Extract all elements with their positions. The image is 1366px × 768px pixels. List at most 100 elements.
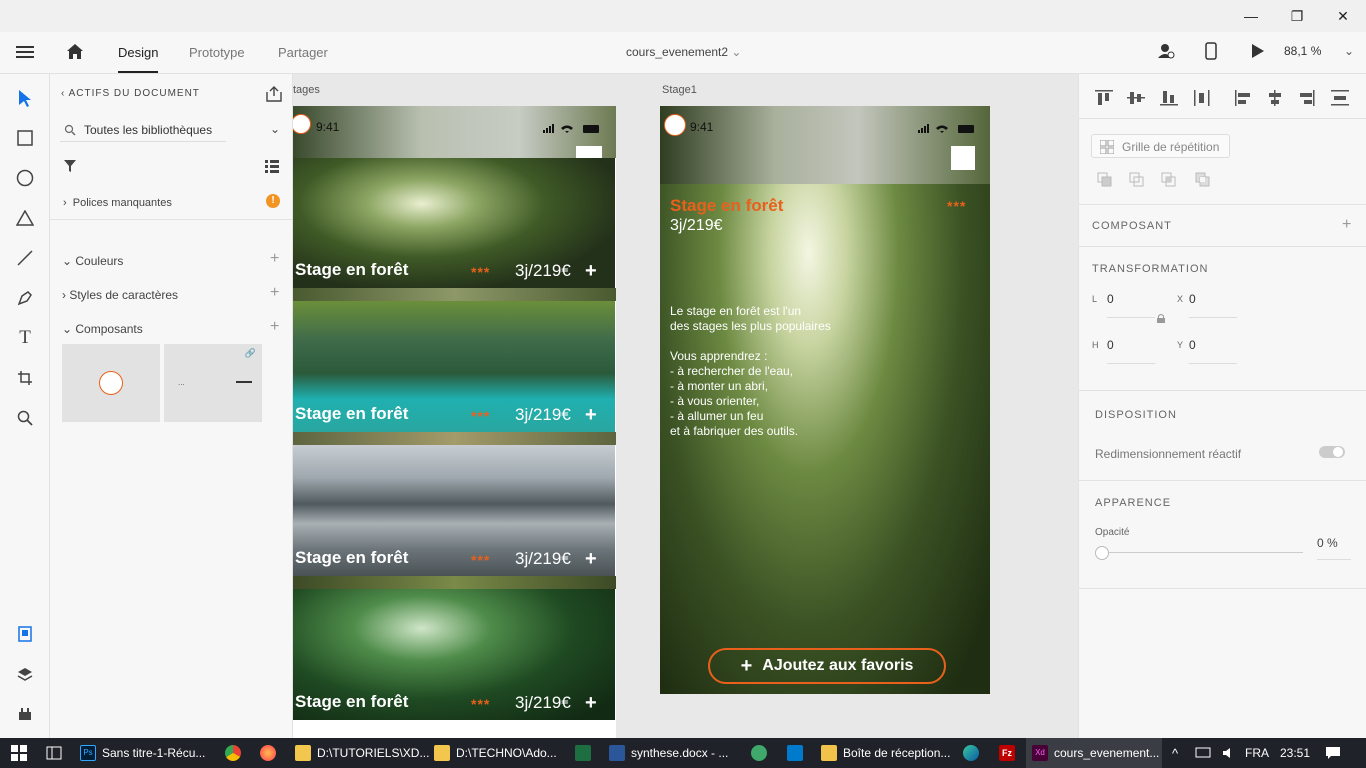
export-icon[interactable] [266, 86, 282, 107]
tab-design[interactable]: Design [118, 45, 159, 73]
filter-icon[interactable] [64, 159, 76, 178]
align-middle-icon[interactable] [1127, 90, 1145, 111]
add-card-button[interactable]: + [585, 692, 597, 715]
char-styles-section[interactable]: › Styles de caractères [62, 288, 178, 302]
add-card-button[interactable]: + [585, 548, 597, 571]
assets-panel-icon[interactable] [13, 622, 37, 646]
rectangle-tool-icon[interactable] [13, 126, 37, 150]
taskbar-edge[interactable] [963, 738, 985, 768]
boolean-exclude-icon[interactable] [1195, 172, 1211, 193]
components-section[interactable]: ⌄ Composants [62, 322, 143, 336]
taskbar-app[interactable] [751, 738, 773, 768]
menu-square-icon[interactable] [951, 146, 975, 170]
document-title[interactable]: cours_evenement2 ⌄ [626, 45, 741, 59]
select-tool-icon[interactable] [13, 86, 37, 110]
width-input[interactable]: 0 [1107, 292, 1155, 318]
menu-square-icon[interactable] [576, 146, 602, 158]
close-button[interactable]: ✕ [1320, 0, 1366, 32]
tray-language[interactable]: FRA [1245, 738, 1269, 768]
add-card-button[interactable]: + [585, 260, 597, 283]
card-2[interactable]: Stage en forêt *** 3j/219€ + [293, 301, 615, 432]
align-right-icon[interactable] [1299, 90, 1315, 111]
artboard-label-left[interactable]: tages [293, 84, 320, 96]
taskbar-photoshop[interactable]: Ps Sans titre-1-Récu... [80, 738, 205, 768]
task-view-icon[interactable] [46, 738, 62, 768]
add-component-icon[interactable]: + [270, 318, 279, 336]
device-preview-icon[interactable] [1205, 42, 1217, 65]
card-3[interactable]: Stage en forêt *** 3j/219€ + [293, 445, 615, 576]
tab-share[interactable]: Partager [278, 45, 328, 60]
distribute-vertical-icon[interactable] [1331, 90, 1349, 111]
align-bottom-icon[interactable] [1160, 90, 1178, 111]
add-char-style-icon[interactable]: + [270, 284, 279, 302]
y-input[interactable]: 0 [1189, 338, 1237, 364]
add-component-icon[interactable]: + [1342, 216, 1351, 234]
layers-icon[interactable] [13, 662, 37, 686]
distribute-icon[interactable] [1194, 90, 1210, 111]
pen-tool-icon[interactable] [13, 286, 37, 310]
assets-back-button[interactable]: ‹ ACTIFS DU DOCUMENT [61, 88, 200, 99]
align-top-icon[interactable] [1095, 90, 1113, 111]
opacity-input[interactable]: 0 % [1317, 536, 1351, 560]
responsive-resize-toggle[interactable] [1319, 446, 1345, 458]
taskbar-mail[interactable]: Boîte de réception... [821, 738, 950, 768]
artboard-label-right[interactable]: Stage1 [662, 84, 697, 96]
canvas[interactable]: tages Stage1 9:41 Stage en forêt *** 3j/… [293, 74, 1078, 738]
boolean-intersect-icon[interactable] [1161, 172, 1177, 193]
taskbar-explorer-1[interactable]: D:\TUTORIELS\XD... [295, 738, 429, 768]
artboard-list[interactable]: 9:41 Stage en forêt *** 3j/219€ + Stage … [293, 106, 616, 738]
list-view-icon[interactable] [265, 159, 279, 178]
missing-fonts-row[interactable]: › Polices manquantes [63, 197, 172, 209]
user-share-icon[interactable] [1157, 42, 1175, 65]
repeat-grid-button[interactable]: Grille de répétition [1091, 134, 1230, 158]
polygon-tool-icon[interactable] [13, 206, 37, 230]
tray-clock[interactable]: 23:51 [1280, 738, 1310, 768]
maximize-button[interactable]: ❐ [1274, 0, 1320, 32]
plugins-icon[interactable] [13, 702, 37, 726]
slider-handle[interactable] [1095, 546, 1109, 560]
tray-volume-icon[interactable] [1222, 738, 1236, 768]
card-1[interactable]: Stage en forêt *** 3j/219€ + [293, 158, 615, 288]
tray-network-icon[interactable] [1195, 738, 1211, 768]
colors-section[interactable]: ⌄ Couleurs [62, 254, 123, 268]
ellipse-tool-icon[interactable] [13, 166, 37, 190]
play-icon[interactable] [1251, 43, 1265, 64]
library-chevron-icon[interactable]: ⌄ [270, 122, 280, 136]
height-input[interactable]: 0 [1107, 338, 1155, 364]
hamburger-menu-icon[interactable] [16, 44, 34, 65]
taskbar-xd[interactable]: Xd cours_evenement... [1026, 738, 1162, 768]
taskbar-excel[interactable] [575, 738, 597, 768]
boolean-subtract-icon[interactable] [1129, 172, 1145, 193]
opacity-slider[interactable] [1095, 546, 1303, 560]
artboard-tool-icon[interactable] [13, 366, 37, 390]
taskbar-firefox[interactable] [260, 738, 282, 768]
line-tool-icon[interactable] [13, 246, 37, 270]
taskbar-chrome[interactable] [225, 738, 247, 768]
x-input[interactable]: 0 [1189, 292, 1237, 318]
taskbar-word[interactable]: synthese.docx - ... [609, 738, 728, 768]
align-left-icon[interactable] [1235, 90, 1251, 111]
component-thumb-status[interactable]: 🔗 ... [164, 344, 262, 422]
component-thumb-circle[interactable] [62, 344, 160, 422]
lock-icon[interactable] [1157, 310, 1165, 328]
notifications-icon[interactable] [1325, 738, 1341, 768]
windows-start-icon[interactable] [11, 738, 27, 768]
tab-prototype[interactable]: Prototype [189, 45, 245, 60]
zoom-tool-icon[interactable] [13, 406, 37, 430]
taskbar-explorer-2[interactable]: D:\TECHNO\Ado... [434, 738, 557, 768]
zoom-chevron-icon[interactable]: ⌄ [1344, 44, 1354, 58]
tray-chevron-icon[interactable]: ^ [1172, 738, 1178, 768]
align-center-icon[interactable] [1267, 90, 1283, 111]
add-to-favorites-button[interactable]: + AJoutez aux favoris [708, 648, 946, 684]
boolean-add-icon[interactable] [1097, 172, 1113, 193]
card-4[interactable]: Stage en forêt *** 3j/219€ + [293, 589, 615, 720]
add-card-button[interactable]: + [585, 404, 597, 427]
text-tool-icon[interactable]: T [13, 326, 37, 350]
add-color-icon[interactable]: + [270, 250, 279, 268]
library-select[interactable]: Toutes les bibliothèques [60, 118, 226, 142]
home-icon[interactable] [66, 43, 84, 65]
minimize-button[interactable]: — [1228, 0, 1274, 32]
taskbar-vscode[interactable] [787, 738, 809, 768]
taskbar-filezilla[interactable]: Fz [999, 738, 1021, 768]
artboard-detail[interactable]: 9:41 Stage en forêt 3j/219€ *** Le stage… [660, 106, 990, 694]
